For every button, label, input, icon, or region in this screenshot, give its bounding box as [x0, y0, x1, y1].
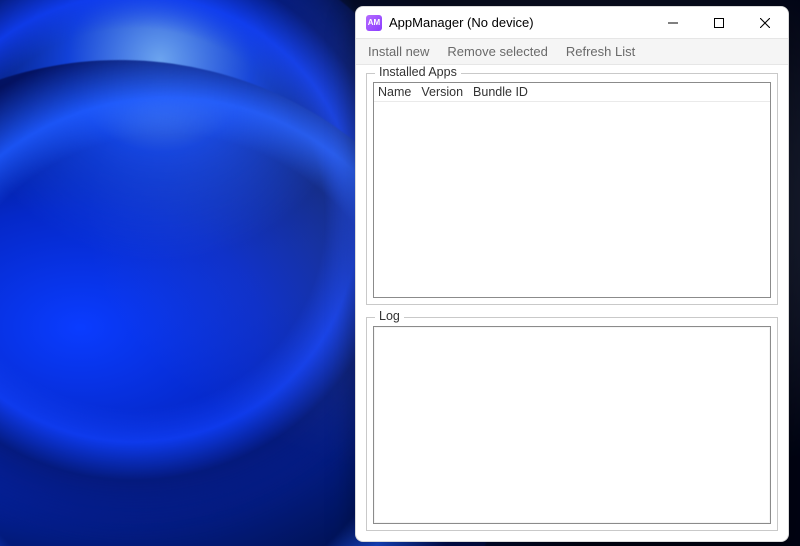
close-button[interactable]: [742, 7, 788, 38]
installed-apps-list[interactable]: Name Version Bundle ID: [373, 82, 771, 298]
installed-apps-group: Installed Apps Name Version Bundle ID: [366, 73, 778, 305]
column-name[interactable]: Name: [374, 84, 417, 100]
maximize-button[interactable]: [696, 7, 742, 38]
desktop-wallpaper: AM AppManager (No device) Install new: [0, 0, 800, 546]
minimize-button[interactable]: [650, 7, 696, 38]
log-label: Log: [375, 309, 404, 323]
remove-selected-button[interactable]: Remove selected: [439, 41, 555, 62]
install-new-button[interactable]: Install new: [360, 41, 437, 62]
titlebar[interactable]: AM AppManager (No device): [356, 7, 788, 38]
app-icon: AM: [366, 15, 382, 31]
log-group: Log: [366, 317, 778, 531]
column-version[interactable]: Version: [417, 84, 469, 100]
minimize-icon: [668, 18, 678, 28]
installed-apps-label: Installed Apps: [375, 65, 461, 79]
appmanager-window: AM AppManager (No device) Install new: [355, 6, 789, 542]
refresh-list-button[interactable]: Refresh List: [558, 41, 643, 62]
close-icon: [760, 18, 770, 28]
log-textarea[interactable]: [373, 326, 771, 524]
column-bundle-id[interactable]: Bundle ID: [469, 84, 534, 100]
list-header: Name Version Bundle ID: [374, 83, 770, 102]
toolbar: Install new Remove selected Refresh List: [356, 38, 788, 65]
maximize-icon: [714, 18, 724, 28]
client-area: Installed Apps Name Version Bundle ID Lo…: [356, 65, 788, 541]
window-title: AppManager (No device): [389, 15, 534, 30]
